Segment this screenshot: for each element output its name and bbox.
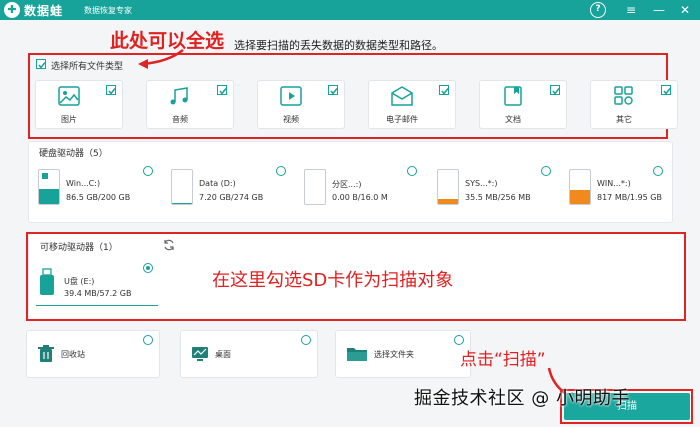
hard-drive-size: 35.5 MB/256 MB: [465, 193, 531, 202]
type-card-email[interactable]: 电子邮件: [368, 80, 456, 129]
type-checkbox-audio[interactable]: [217, 85, 227, 95]
hard-drive-name: WIN...*:): [597, 179, 631, 188]
drive-icon: [304, 169, 326, 205]
type-label-other: 其它: [616, 115, 632, 124]
location-radio-desktop[interactable]: [301, 335, 311, 345]
hard-drive-name: Data (D:): [199, 179, 236, 188]
app-subtitle: 数据恢复专家: [84, 6, 132, 15]
hard-drive-item[interactable]: Data (D:) 7.20 GB/274 GB: [171, 169, 291, 209]
usb-drive-radio[interactable]: [143, 263, 153, 273]
drive-icon: [569, 169, 591, 205]
usb-drive-size: 39.4 MB/57.2 GB: [64, 289, 132, 298]
file-types-highlight: [28, 53, 668, 139]
hard-drive-name: 分区...:): [332, 180, 362, 189]
windows-logo-icon: [42, 173, 48, 179]
type-checkbox-email[interactable]: [439, 85, 449, 95]
hard-drive-size: 7.20 GB/274 GB: [199, 193, 264, 202]
instruction-text: 选择要扫描的丢失数据的数据类型和路径。: [234, 39, 443, 52]
type-card-audio[interactable]: 音频: [146, 80, 234, 129]
drive-usage-fill: [39, 189, 59, 204]
image-icon: [58, 86, 80, 106]
desktop-icon: [192, 347, 208, 361]
type-label-audio: 音频: [172, 115, 188, 124]
sd-card-annotation: 在这里勾选SD卡作为扫描对象: [212, 270, 454, 291]
location-radio-recycle-bin[interactable]: [143, 335, 153, 345]
video-icon: [280, 86, 302, 106]
type-card-video[interactable]: 视频: [257, 80, 345, 129]
type-label-document: 文档: [505, 115, 521, 124]
click-scan-annotation: 点击“扫描”: [460, 350, 546, 370]
type-checkbox-other[interactable]: [661, 85, 671, 95]
close-icon[interactable]: ✕: [677, 2, 693, 18]
hard-drive-size: 817 MB/1.95 GB: [597, 193, 662, 202]
hard-drive-name: SYS...*:): [465, 179, 498, 188]
location-radio-select-folder[interactable]: [454, 335, 464, 345]
drive-usage-fill: [438, 199, 458, 204]
drive-usage-fill: [570, 189, 590, 204]
removable-drives-title: 可移动驱动器（1）: [40, 243, 118, 253]
hard-drive-radio[interactable]: [541, 166, 551, 176]
type-checkbox-document[interactable]: [550, 85, 560, 95]
location-label-desktop: 桌面: [215, 350, 231, 359]
app-name: 数据蛙: [24, 4, 64, 18]
hard-drive-item[interactable]: WIN...*:) 817 MB/1.95 GB: [569, 169, 689, 209]
hard-drive-size: 86.5 GB/200 GB: [66, 193, 131, 202]
type-checkbox-image[interactable]: [106, 85, 116, 95]
title-bar: ✚ 数据蛙 数据恢复专家 ? ≡ — ✕: [0, 0, 700, 20]
other-icon: [614, 86, 633, 105]
hard-drive-radio[interactable]: [276, 166, 286, 176]
recycle-bin-icon: [38, 345, 54, 362]
location-recycle-bin[interactable]: 回收站: [26, 330, 160, 378]
app-logo-icon: ✚: [4, 2, 20, 18]
drive-icon: [437, 169, 459, 205]
hard-drive-name: Win...C:): [66, 179, 101, 188]
folder-icon: [347, 348, 367, 361]
select-all-label: 选择所有文件类型: [51, 62, 124, 72]
usb-drive-icon: [40, 268, 54, 295]
watermark-text: 掘金技术社区 @ 小明助手: [414, 388, 630, 409]
drive-icon: [171, 169, 193, 205]
document-icon: [504, 86, 522, 106]
type-card-document[interactable]: 文档: [479, 80, 567, 129]
windows-drive-icon: [38, 169, 60, 205]
hard-drive-radio[interactable]: [653, 166, 663, 176]
minimize-icon[interactable]: —: [651, 2, 667, 18]
type-label-image: 图片: [61, 115, 77, 124]
type-label-video: 视频: [283, 115, 299, 124]
music-icon: [170, 87, 188, 105]
hard-drive-radio[interactable]: [407, 166, 417, 176]
location-label-select-folder: 选择文件夹: [374, 350, 414, 359]
hard-drive-item[interactable]: Win...C:) 86.5 GB/200 GB: [38, 169, 158, 209]
type-checkbox-video[interactable]: [328, 85, 338, 95]
usb-drive-name: U盘 (E:): [64, 277, 95, 286]
type-label-email: 电子邮件: [386, 115, 418, 124]
refresh-icon[interactable]: [163, 239, 175, 251]
usb-drive-item[interactable]: U盘 (E:) 39.4 MB/57.2 GB: [36, 262, 158, 306]
mail-icon: [391, 86, 413, 106]
type-card-other[interactable]: 其它: [590, 80, 678, 129]
hard-drive-item[interactable]: SYS...*:) 35.5 MB/256 MB: [437, 169, 557, 209]
type-card-image[interactable]: 图片: [35, 80, 123, 129]
location-select-folder[interactable]: 选择文件夹: [335, 330, 471, 378]
location-label-recycle-bin: 回收站: [61, 350, 85, 359]
hard-drive-size: 0.00 B/16.0 M: [332, 193, 388, 202]
location-desktop[interactable]: 桌面: [180, 330, 318, 378]
select-all-checkbox[interactable]: [36, 59, 46, 69]
menu-icon[interactable]: ≡: [623, 2, 639, 18]
drive-usage-fill: [172, 202, 192, 204]
hard-drives-title: 硬盘驱动器（5）: [39, 149, 108, 159]
hard-drive-radio[interactable]: [143, 166, 153, 176]
help-icon[interactable]: ?: [590, 2, 606, 18]
hard-drive-item[interactable]: 分区...:) 0.00 B/16.0 M: [304, 169, 424, 209]
